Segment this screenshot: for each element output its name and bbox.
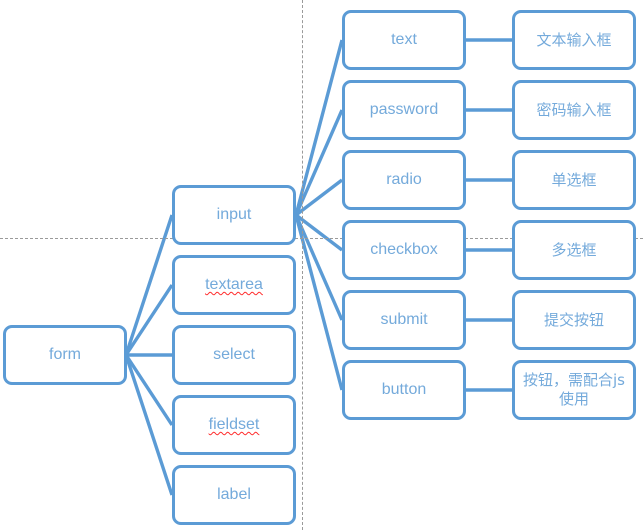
node-input-label: input xyxy=(216,206,252,223)
node-checkbox-description[interactable]: 多选框 xyxy=(512,220,636,280)
edge-form-fieldset xyxy=(124,354,174,426)
node-radio-description-label: 单选框 xyxy=(551,170,597,189)
node-text-description-label: 文本输入框 xyxy=(536,30,612,49)
node-checkbox-label: checkbox xyxy=(370,241,438,258)
node-button-description[interactable]: 按钮，需配合js使用 xyxy=(512,360,636,420)
node-password-label: password xyxy=(369,101,439,118)
edge-form-input xyxy=(124,214,174,356)
node-label[interactable]: label xyxy=(172,465,296,525)
node-button-description-label: 按钮，需配合js使用 xyxy=(523,371,625,408)
node-fieldset-label: fieldset xyxy=(208,416,260,433)
node-submit[interactable]: submit xyxy=(342,290,466,350)
node-form-label: form xyxy=(49,346,81,363)
node-radio[interactable]: radio xyxy=(342,150,466,210)
node-text-description[interactable]: 文本输入框 xyxy=(512,10,636,70)
node-text[interactable]: text xyxy=(342,10,466,70)
edge-form-label xyxy=(124,354,174,496)
node-fieldset[interactable]: fieldset xyxy=(172,395,296,455)
edge-form-textarea xyxy=(124,284,174,356)
node-submit-description[interactable]: 提交按钮 xyxy=(512,290,636,350)
node-button-label: button xyxy=(381,381,427,398)
node-select-label: select xyxy=(213,346,255,363)
node-radio-label: radio xyxy=(386,171,422,188)
node-checkbox-description-label: 多选框 xyxy=(551,240,597,259)
node-select[interactable]: select xyxy=(172,325,296,385)
node-password[interactable]: password xyxy=(342,80,466,140)
node-button[interactable]: button xyxy=(342,360,466,420)
vertical-guide-line xyxy=(302,0,303,530)
node-radio-description[interactable]: 单选框 xyxy=(512,150,636,210)
node-submit-description-label: 提交按钮 xyxy=(543,310,604,329)
node-input[interactable]: input xyxy=(172,185,296,245)
node-password-description-label: 密码输入框 xyxy=(536,100,612,119)
node-text-label: text xyxy=(391,31,417,48)
node-textarea[interactable]: textarea xyxy=(172,255,296,315)
node-checkbox[interactable]: checkbox xyxy=(342,220,466,280)
node-textarea-label: textarea xyxy=(205,276,263,293)
node-submit-label: submit xyxy=(380,311,428,328)
node-label-label: label xyxy=(217,486,251,503)
mindmap-canvas: form input textarea select fieldset labe… xyxy=(0,0,643,530)
node-password-description[interactable]: 密码输入框 xyxy=(512,80,636,140)
node-form[interactable]: form xyxy=(3,325,127,385)
